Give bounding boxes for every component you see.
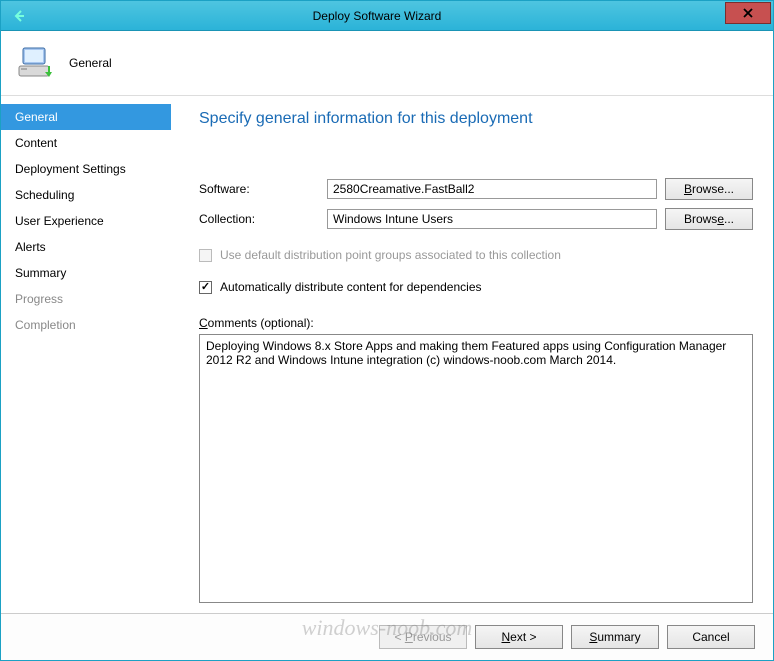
- sidebar-item-label: User Experience: [15, 214, 104, 228]
- next-button[interactable]: Next >: [475, 625, 563, 649]
- previous-button: < Previous: [379, 625, 467, 649]
- titlebar: Deploy Software Wizard: [1, 1, 773, 31]
- sidebar-item-deployment-settings[interactable]: Deployment Settings: [1, 156, 171, 182]
- sidebar-item-alerts[interactable]: Alerts: [1, 234, 171, 260]
- collection-label: Collection:: [199, 212, 319, 226]
- comments-textarea[interactable]: [199, 334, 753, 603]
- auto-distribute-checkbox-row[interactable]: Automatically distribute content for dep…: [199, 280, 753, 294]
- sidebar-item-completion: Completion: [1, 312, 171, 338]
- wizard-sidebar: General Content Deployment Settings Sche…: [1, 96, 171, 613]
- default-dp-label: Use default distribution point groups as…: [220, 248, 561, 262]
- summary-button[interactable]: Summary: [571, 625, 659, 649]
- sidebar-item-label: General: [15, 110, 58, 124]
- auto-distribute-checkbox[interactable]: [199, 281, 212, 294]
- browse-software-button[interactable]: Browse...: [665, 178, 753, 200]
- default-dp-checkbox-row: Use default distribution point groups as…: [199, 248, 753, 262]
- wizard-footer: < Previous Next > Summary Cancel: [1, 613, 773, 660]
- sidebar-item-progress: Progress: [1, 286, 171, 312]
- software-label: Software:: [199, 182, 319, 196]
- sidebar-item-scheduling[interactable]: Scheduling: [1, 182, 171, 208]
- default-dp-checkbox: [199, 249, 212, 262]
- software-row: Software: Browse...: [199, 178, 753, 200]
- comments-label: Comments (optional):: [199, 316, 753, 330]
- window-title: Deploy Software Wizard: [29, 9, 725, 23]
- main-area: General Content Deployment Settings Sche…: [1, 96, 773, 613]
- sidebar-item-label: Summary: [15, 266, 66, 280]
- browse-label-rest2: Brows: [684, 212, 717, 226]
- browse-label-rest: rowse...: [692, 182, 734, 196]
- sidebar-item-label: Progress: [15, 292, 63, 306]
- sidebar-item-general[interactable]: General: [1, 104, 171, 130]
- collection-input[interactable]: [327, 209, 657, 229]
- browse-collection-button[interactable]: Browse...: [665, 208, 753, 230]
- auto-distribute-label: Automatically distribute content for dep…: [220, 280, 482, 294]
- collection-row: Collection: Browse...: [199, 208, 753, 230]
- header-label: General: [69, 56, 112, 70]
- sidebar-item-label: Alerts: [15, 240, 46, 254]
- cancel-button[interactable]: Cancel: [667, 625, 755, 649]
- close-icon: [743, 8, 753, 18]
- sidebar-item-label: Completion: [15, 318, 76, 332]
- close-button[interactable]: [725, 2, 771, 24]
- page-title: Specify general information for this dep…: [199, 110, 753, 128]
- sidebar-item-content[interactable]: Content: [1, 130, 171, 156]
- sidebar-item-user-experience[interactable]: User Experience: [1, 208, 171, 234]
- computer-deploy-icon: [17, 44, 55, 82]
- sidebar-item-label: Deployment Settings: [15, 162, 126, 176]
- sidebar-item-label: Content: [15, 136, 57, 150]
- software-input[interactable]: [327, 179, 657, 199]
- sidebar-item-summary[interactable]: Summary: [1, 260, 171, 286]
- sidebar-item-label: Scheduling: [15, 188, 74, 202]
- header-section: General: [1, 31, 773, 96]
- back-arrow-icon: [9, 6, 29, 26]
- content-panel: Specify general information for this dep…: [171, 96, 773, 613]
